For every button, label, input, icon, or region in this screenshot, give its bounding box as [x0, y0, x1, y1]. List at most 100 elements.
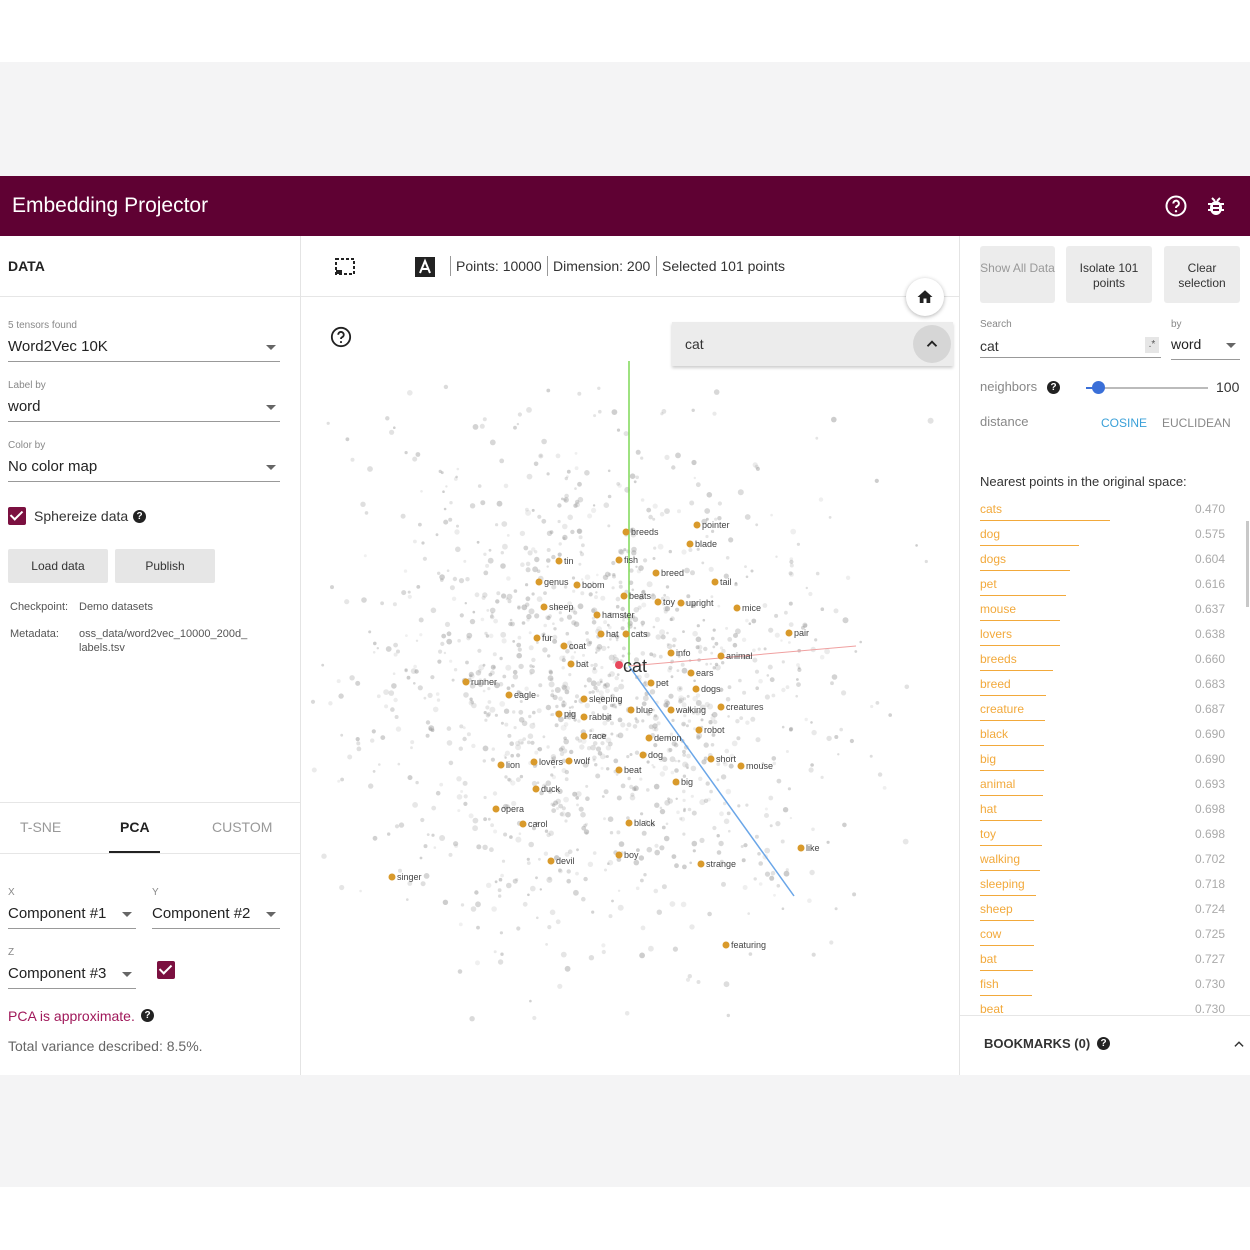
neighbor-point[interactable]	[505, 691, 513, 699]
euclidean-option[interactable]: EUCLIDEAN	[1162, 416, 1231, 430]
neighbor-point[interactable]	[639, 751, 647, 759]
nearest-point-row[interactable]: animal 0.693	[980, 775, 1225, 800]
show-all-button[interactable]: Show All Data	[980, 246, 1055, 303]
nearest-point-row[interactable]: breed 0.683	[980, 675, 1225, 700]
help-icon[interactable]: ?	[141, 1009, 154, 1022]
neighbor-point[interactable]	[565, 757, 573, 765]
neighbor-point[interactable]	[697, 860, 705, 868]
neighbor-point[interactable]	[645, 734, 653, 742]
tab-tsne[interactable]: T-SNE	[20, 819, 61, 835]
nearest-point-row[interactable]: hat 0.698	[980, 800, 1225, 825]
nearest-point-row[interactable]: walking 0.702	[980, 850, 1225, 875]
neighbor-point[interactable]	[388, 873, 396, 881]
x-component-select[interactable]: Component #1	[8, 903, 136, 929]
nearest-point-row[interactable]: bat 0.727	[980, 950, 1225, 975]
bug-report-icon[interactable]	[1204, 194, 1228, 218]
neighbor-point[interactable]	[567, 660, 575, 668]
neighbor-point[interactable]	[717, 652, 725, 660]
neighbor-point[interactable]	[693, 521, 701, 529]
neighbor-point[interactable]	[647, 679, 655, 687]
isolate-button[interactable]: Isolate 101 points	[1066, 246, 1152, 303]
focus-point[interactable]	[615, 661, 623, 669]
help-icon[interactable]: ?	[1047, 381, 1060, 394]
nearest-point-row[interactable]: mouse 0.637	[980, 600, 1225, 625]
neighbor-point[interactable]	[615, 766, 623, 774]
scrollbar[interactable]	[1246, 521, 1249, 607]
publish-button[interactable]: Publish	[115, 549, 215, 583]
cosine-option[interactable]: COSINE	[1101, 416, 1147, 430]
neighbor-point[interactable]	[692, 685, 700, 693]
neighbor-point[interactable]	[555, 710, 563, 718]
nearest-point-row[interactable]: creature 0.687	[980, 700, 1225, 725]
nearest-point-row[interactable]: cats 0.470	[980, 500, 1225, 525]
nearest-point-row[interactable]: breeds 0.660	[980, 650, 1225, 675]
neighbor-point[interactable]	[695, 726, 703, 734]
neighbor-point[interactable]	[615, 851, 623, 859]
neighbor-point[interactable]	[532, 785, 540, 793]
sphereize-checkbox[interactable]	[8, 507, 26, 525]
neighbor-point[interactable]	[593, 611, 601, 619]
neighbor-point[interactable]	[540, 603, 548, 611]
nearest-point-row[interactable]: sheep 0.724	[980, 900, 1225, 925]
neighbor-point[interactable]	[597, 630, 605, 638]
neighbor-point[interactable]	[580, 713, 588, 721]
search-by-select[interactable]: word	[1171, 334, 1240, 360]
projection-canvas[interactable]: breeds pointer blade tin fish breed genus boom t…	[301, 236, 959, 1075]
chevron-up-icon[interactable]	[1232, 1037, 1246, 1051]
nearest-point-row[interactable]: dogs 0.604	[980, 550, 1225, 575]
neighbor-point[interactable]	[677, 599, 685, 607]
neighbor-point[interactable]	[711, 578, 719, 586]
y-component-select[interactable]: Component #2	[152, 903, 280, 929]
tab-custom[interactable]: CUSTOM	[212, 819, 272, 835]
neighbor-point[interactable]	[492, 805, 500, 813]
neighbor-point[interactable]	[627, 706, 635, 714]
z-enable-checkbox[interactable]	[157, 961, 175, 979]
neighbor-point[interactable]	[797, 844, 805, 852]
neighbor-point[interactable]	[535, 578, 543, 586]
neighbor-point[interactable]	[625, 819, 633, 827]
load-data-button[interactable]: Load data	[8, 549, 108, 583]
help-icon[interactable]	[1164, 194, 1188, 218]
neighbor-point[interactable]	[573, 581, 581, 589]
neighbor-point[interactable]	[785, 629, 793, 637]
neighbor-point[interactable]	[533, 634, 541, 642]
neighbor-point[interactable]	[547, 857, 555, 865]
neighbor-point[interactable]	[620, 592, 628, 600]
neighbor-point[interactable]	[580, 732, 588, 740]
search-input[interactable]: cat .*	[980, 336, 1161, 358]
nearest-point-row[interactable]: big 0.690	[980, 750, 1225, 775]
clear-selection-button[interactable]: Clear selection	[1164, 246, 1240, 303]
neighbor-point[interactable]	[672, 778, 680, 786]
neighbor-point[interactable]	[717, 703, 725, 711]
neighbor-point[interactable]	[737, 762, 745, 770]
nearest-point-row[interactable]: black 0.690	[980, 725, 1225, 750]
label-by-select[interactable]: word	[8, 396, 280, 422]
neighbor-point[interactable]	[687, 669, 695, 677]
neighbor-point[interactable]	[622, 528, 630, 536]
neighbor-point[interactable]	[652, 569, 660, 577]
neighbor-point[interactable]	[580, 695, 588, 703]
z-component-select[interactable]: Component #3	[8, 963, 136, 989]
nearest-point-row[interactable]: fish 0.730	[980, 975, 1225, 1000]
regex-toggle-icon[interactable]: .*	[1145, 337, 1159, 353]
neighbor-point[interactable]	[707, 755, 715, 763]
neighbor-point[interactable]	[667, 706, 675, 714]
neighbors-slider[interactable]	[1086, 381, 1208, 394]
tab-pca[interactable]: PCA	[120, 819, 150, 835]
neighbor-point[interactable]	[622, 630, 630, 638]
neighbor-point[interactable]	[722, 941, 730, 949]
neighbor-point[interactable]	[667, 649, 675, 657]
tensor-select[interactable]: Word2Vec 10K	[8, 336, 280, 362]
nearest-point-row[interactable]: sleeping 0.718	[980, 875, 1225, 900]
nearest-point-row[interactable]: lovers 0.638	[980, 625, 1225, 650]
color-by-select[interactable]: No color map	[8, 456, 280, 482]
neighbor-point[interactable]	[560, 642, 568, 650]
help-icon[interactable]: ?	[1097, 1037, 1110, 1050]
neighbors-slider-thumb[interactable]	[1092, 381, 1106, 394]
help-icon[interactable]: ?	[133, 510, 146, 523]
neighbor-point[interactable]	[462, 678, 470, 686]
neighbor-point[interactable]	[530, 758, 538, 766]
nearest-point-row[interactable]: beat 0.730	[980, 1000, 1225, 1015]
neighbor-point[interactable]	[733, 604, 741, 612]
neighbor-point[interactable]	[519, 820, 527, 828]
